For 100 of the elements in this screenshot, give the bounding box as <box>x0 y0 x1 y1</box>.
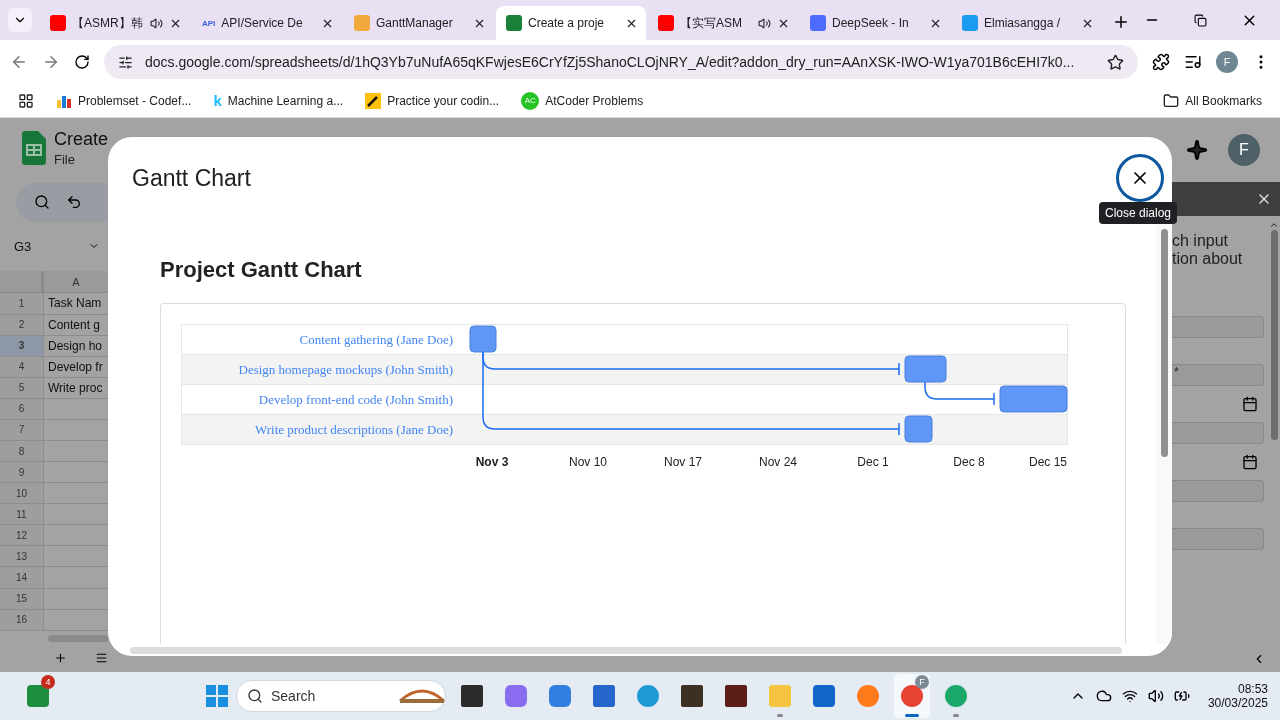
task-bar <box>904 355 947 383</box>
battery-icon[interactable] <box>1173 688 1190 704</box>
row-header[interactable]: 9 <box>0 462 44 483</box>
chart-heading: Project Gantt Chart <box>160 257 363 283</box>
dependency-arrow <box>924 381 995 406</box>
bookmark-link[interactable]: AC AtCoder Problems <box>521 91 644 110</box>
favicon-icon <box>354 15 370 31</box>
table-cell-text: Develop fr <box>47 358 104 376</box>
panel-text: ch input <box>1172 232 1230 250</box>
row-header[interactable]: 14 <box>0 567 44 588</box>
spreadsheet-icon <box>506 15 522 31</box>
browser-tab[interactable]: DeepSeek - In <box>800 6 950 40</box>
copilot-icon <box>505 685 527 707</box>
pen-icon <box>365 92 382 109</box>
row-header[interactable]: 15 <box>0 588 44 609</box>
bookmark-link[interactable]: k Machine Learning a... <box>213 92 344 109</box>
menu-item[interactable]: File <box>53 152 108 168</box>
browser-tab[interactable]: 【实写ASM <box>648 6 798 40</box>
speaker-icon[interactable] <box>1147 688 1164 704</box>
tooltip: Close dialog <box>1099 202 1178 224</box>
row-header[interactable]: 6 <box>0 398 44 419</box>
axis-label: Dec 8 <box>953 455 985 469</box>
row-header[interactable]: 12 <box>0 525 44 546</box>
sparkle-icon[interactable] <box>1186 139 1208 161</box>
media-icon[interactable] <box>1184 53 1202 71</box>
bookmark-letter-icon: k <box>213 92 222 109</box>
browser-tab[interactable]: Create a proje <box>496 6 646 40</box>
bookmark-link[interactable]: Problemset - Codef... <box>56 92 192 109</box>
task-bar <box>999 385 1068 413</box>
task-bar <box>469 325 497 353</box>
row-header[interactable]: 2 <box>0 314 44 335</box>
new-tab-icon[interactable] <box>1112 13 1130 31</box>
windows-start-icon[interactable] <box>206 685 228 707</box>
forward-icon[interactable] <box>42 53 60 71</box>
table-cell-text: Design ho <box>47 337 104 355</box>
cloud-icon[interactable] <box>1095 688 1112 704</box>
row-header[interactable]: 13 <box>0 546 44 567</box>
search-icon[interactable] <box>34 194 50 211</box>
input-field[interactable] <box>1172 316 1264 338</box>
row-header[interactable]: 1 <box>0 293 44 314</box>
axis-label: Dec 15 <box>1028 455 1067 469</box>
row-header[interactable]: 5 <box>0 377 44 398</box>
row-header[interactable]: 3 <box>0 335 44 356</box>
wifi-icon[interactable] <box>1121 688 1138 704</box>
name-box[interactable]: G3 <box>14 238 32 254</box>
firefox-icon <box>857 685 879 707</box>
favicon-icon <box>50 15 66 31</box>
browser-tab[interactable]: 【ASMR】韩 <box>40 6 190 40</box>
search-field[interactable]: Search <box>236 680 446 712</box>
back-icon[interactable] <box>10 53 28 71</box>
address-bar[interactable]: docs.google.com/spreadsheets/d/1hQ3Yb7uNufA65qKFwjesE6CrYfZj5ShanoCLOjNRY_A/edit?addon_dry_run=AAnXSK-IWO-W1ya701B6cEHI7k0... <box>104 45 1138 79</box>
panel-text: tion about <box>1172 250 1244 268</box>
calendar-icon[interactable] <box>1242 454 1258 470</box>
scroll-up-icon[interactable] <box>1269 220 1279 230</box>
undo-icon[interactable] <box>66 194 82 211</box>
favicon-text: API <box>202 18 216 28</box>
bookmark-link[interactable]: Practice your codin... <box>365 92 500 109</box>
row-header[interactable]: 10 <box>0 483 44 504</box>
close-button[interactable] <box>1116 154 1164 202</box>
spreadsheet-logo-icon <box>22 131 46 166</box>
task-bar <box>904 415 933 443</box>
running-indicator <box>905 714 919 717</box>
input-field[interactable] <box>1172 422 1264 444</box>
task-label: Design homepage mockups (John Smith) <box>238 362 453 377</box>
axis-label: Dec 1 <box>857 455 889 469</box>
input-field[interactable]: * <box>1172 364 1264 386</box>
profile-avatar[interactable]: F <box>1216 51 1238 73</box>
axis-label: Nov 3 <box>475 455 509 469</box>
bookmark-star-icon[interactable] <box>1107 53 1124 71</box>
row-header[interactable]: 7 <box>0 419 44 440</box>
row-header[interactable]: 8 <box>0 441 44 462</box>
axis-label: Nov 17 <box>664 455 702 469</box>
browser-tab[interactable]: API API/Service De <box>192 6 342 40</box>
task-label: Develop front-end code (John Smith) <box>258 392 453 407</box>
apps-icon[interactable] <box>18 92 34 109</box>
document-title: Create <box>53 129 108 151</box>
taskbar-app[interactable]: F <box>894 674 930 718</box>
favicon-icon <box>962 15 978 31</box>
restore-icon[interactable] <box>1194 13 1207 27</box>
table-cell-text: Task Nam <box>47 295 103 313</box>
row-header[interactable]: 16 <box>0 609 44 630</box>
cube-icon <box>549 685 571 707</box>
game-icon <box>681 685 703 707</box>
input-field[interactable] <box>1172 528 1264 550</box>
table-cell-text: Content g <box>47 316 102 334</box>
profile-avatar[interactable]: F <box>1228 134 1260 166</box>
browser-tab[interactable]: Elmiasangga / <box>952 6 1102 40</box>
extensions-icon[interactable] <box>1152 53 1170 71</box>
clock[interactable]: 08:53 30/03/2025 <box>1207 682 1268 710</box>
site-settings-icon <box>118 54 133 70</box>
row-header[interactable]: 11 <box>0 504 44 525</box>
tab-search-button[interactable] <box>8 8 32 32</box>
reload-icon[interactable] <box>74 54 90 70</box>
row-header[interactable]: 4 <box>0 356 44 377</box>
input-field[interactable] <box>1172 480 1264 502</box>
all-bookmarks-link[interactable]: All Bookmarks <box>1163 92 1262 109</box>
store-icon <box>593 685 615 707</box>
taskbar-app[interactable]: 4 <box>20 674 56 718</box>
browser-tab[interactable]: GanttManager <box>344 6 494 40</box>
calendar-icon[interactable] <box>1242 396 1258 412</box>
